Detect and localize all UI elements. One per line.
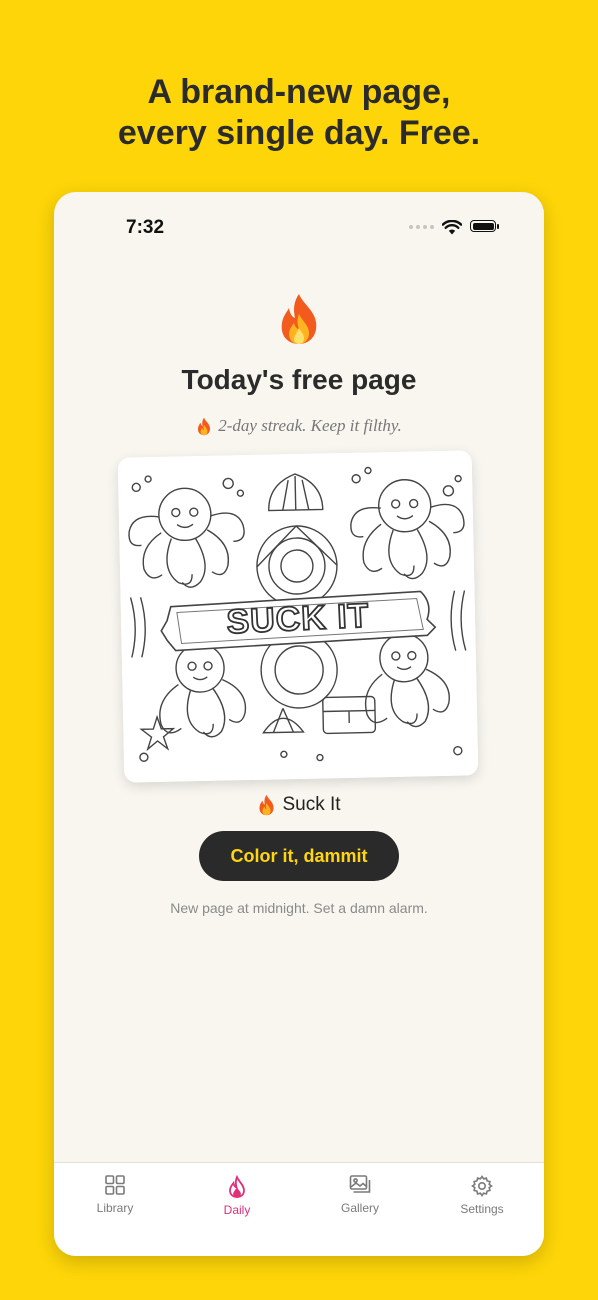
status-time: 7:32	[126, 217, 165, 238]
tab-settings[interactable]: Settings	[432, 1174, 532, 1216]
flame-icon	[259, 794, 274, 816]
grid-icon	[105, 1175, 125, 1195]
wifi-icon	[442, 219, 462, 234]
headline-line-2: every single day. Free.	[117, 114, 481, 152]
daily-page-preview[interactable]: SUCK IT	[117, 450, 479, 783]
tab-gallery-label: Gallery	[340, 1201, 379, 1215]
tab-library-label: Library	[96, 1201, 134, 1215]
streak-text: 2-day streak. Keep it filthy.	[218, 416, 402, 435]
tab-bar: Library Daily Gallery Settings	[54, 1162, 544, 1256]
color-it-button[interactable]: Color it, dammit	[199, 831, 399, 881]
flame-icon	[198, 417, 211, 435]
flame-icon	[229, 1175, 245, 1198]
page-title: Today's free page	[181, 364, 417, 395]
gallery-icon	[349, 1175, 371, 1193]
gear-icon	[471, 1175, 493, 1197]
flame-icon	[281, 294, 317, 344]
tab-gallery[interactable]: Gallery	[310, 1173, 410, 1215]
headline-line-1: A brand-new page,	[147, 73, 451, 111]
promo-headline: A brand-new page, every single day. Free…	[0, 72, 598, 154]
phone-screen: 7:32 Today's free page 2-day streak. Kee…	[54, 192, 544, 1256]
streak-banner: 2-day streak. Keep it filthy.	[54, 416, 544, 436]
page-name-label: Suck It	[282, 794, 341, 815]
status-icons	[409, 219, 500, 235]
tab-daily-label: Daily	[223, 1203, 251, 1217]
artwork-banner-text: SUCK IT	[226, 597, 371, 642]
tab-daily[interactable]: Daily	[187, 1175, 287, 1217]
tab-library[interactable]: Library	[65, 1173, 165, 1215]
tab-settings-label: Settings	[460, 1202, 504, 1216]
midnight-note: New page at midnight. Set a damn alarm.	[170, 900, 428, 916]
coloring-page-artwork: SUCK IT	[117, 450, 479, 783]
battery-icon	[470, 220, 500, 234]
page-name: Suck It	[54, 794, 544, 816]
signal-dots-icon	[409, 225, 434, 229]
